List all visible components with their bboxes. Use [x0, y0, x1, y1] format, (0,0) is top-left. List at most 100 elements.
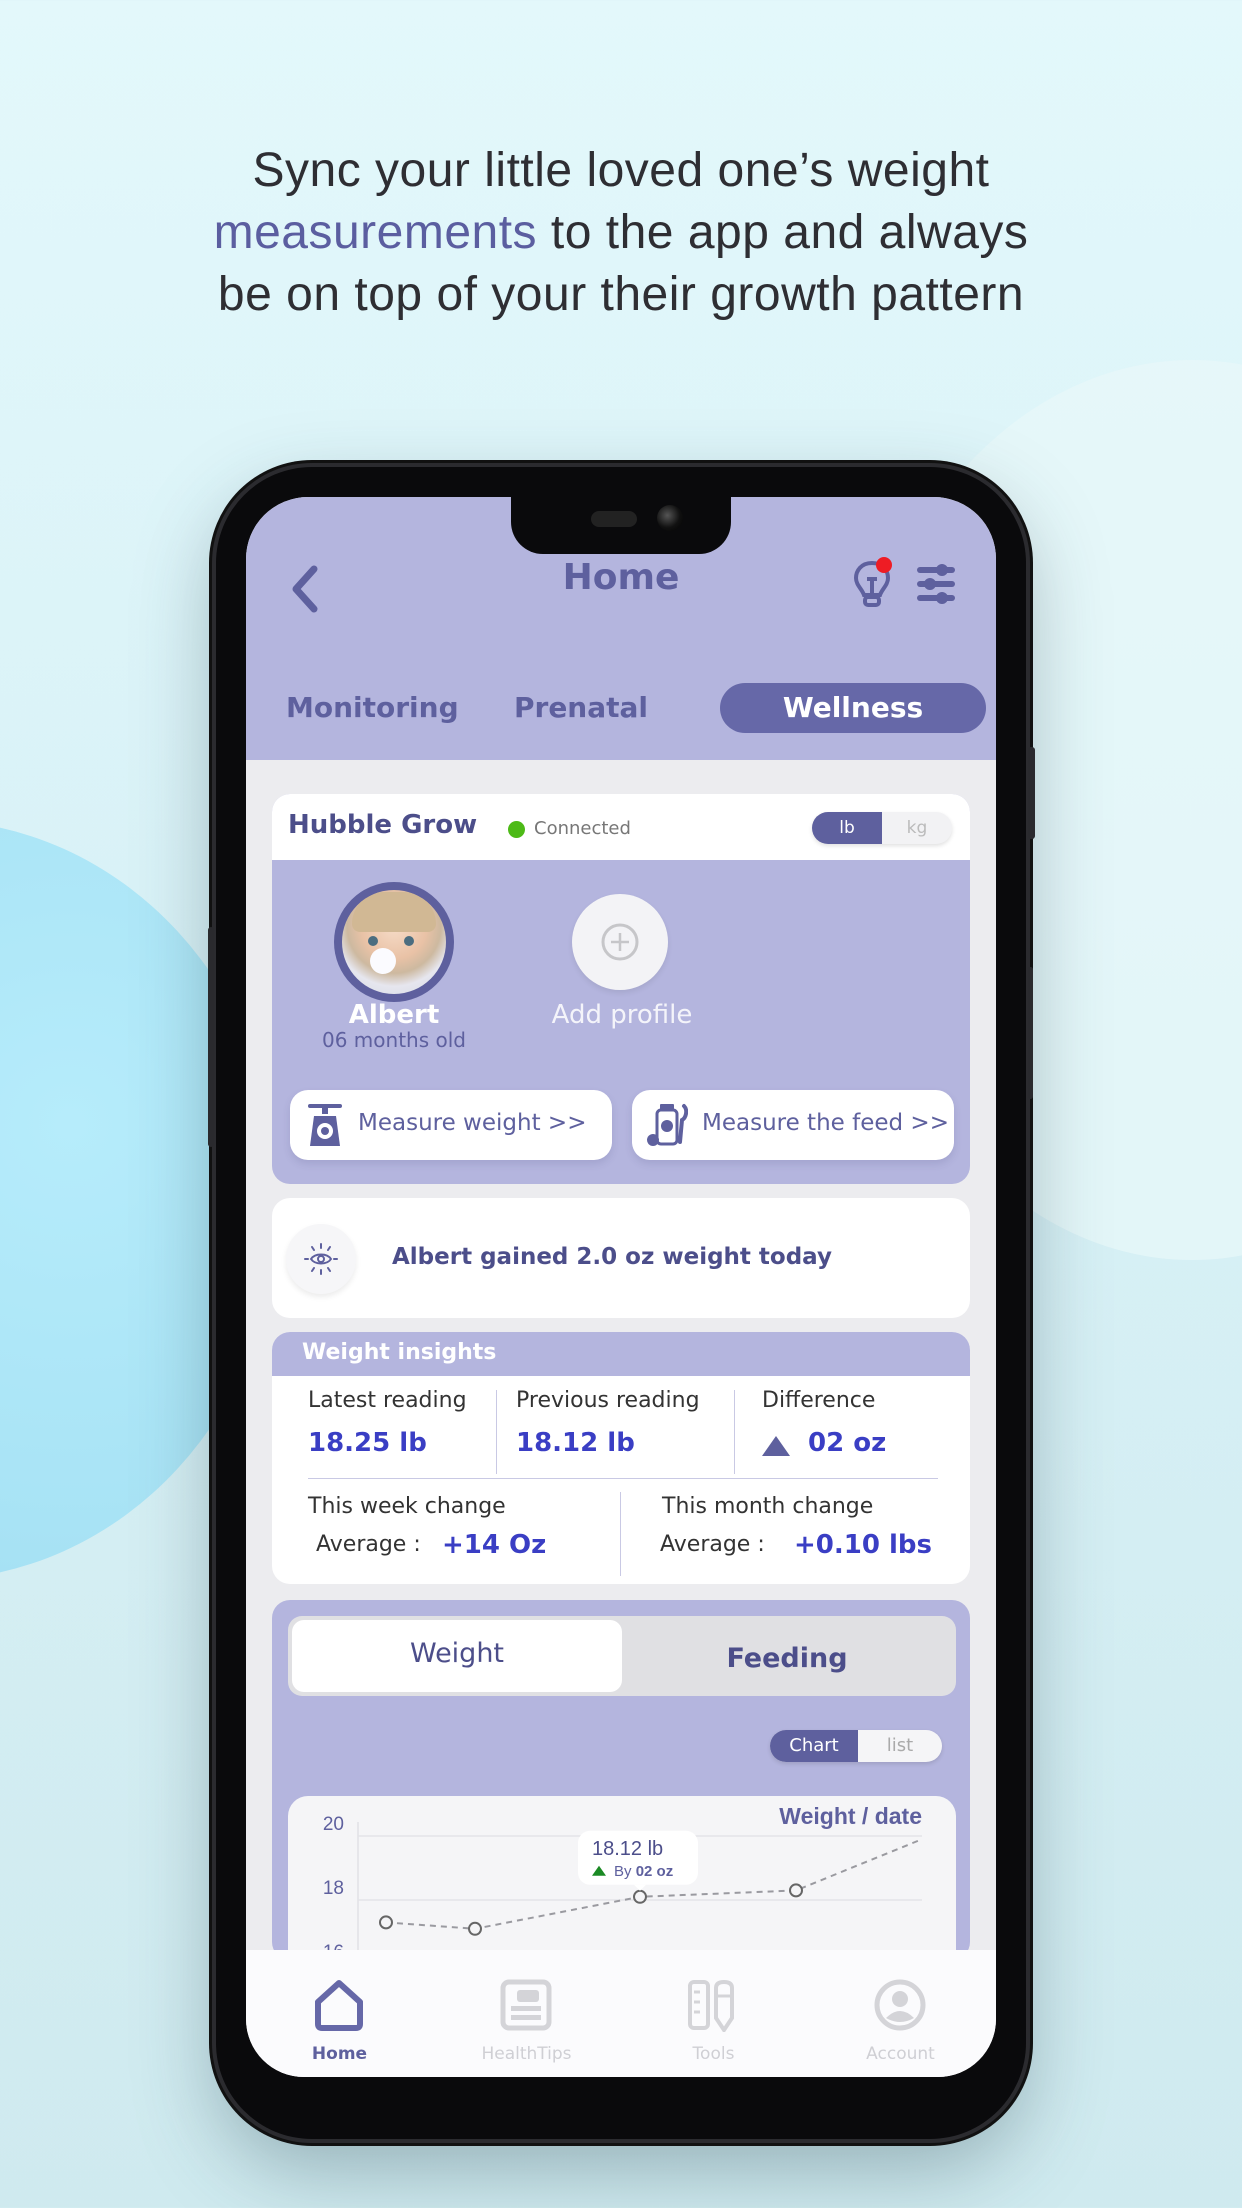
latest-reading-label: Latest reading — [308, 1388, 467, 1413]
nav-account[interactable]: Account — [807, 1950, 994, 2077]
add-profile-button[interactable] — [572, 894, 668, 990]
increase-arrow-icon — [762, 1436, 790, 1456]
measure-feed-label: Measure the feed >> — [702, 1110, 949, 1136]
photo-detail — [370, 948, 396, 974]
headline-line-1: Sync your little loved one’s weight — [252, 144, 990, 197]
insight-icon-badge — [286, 1224, 356, 1294]
photo-detail — [368, 936, 378, 946]
nav-healthtips[interactable]: HealthTips — [433, 1950, 620, 2077]
headline-line-3: be on top of your their growth pattern — [217, 268, 1025, 321]
view-option-list[interactable]: list — [858, 1730, 942, 1762]
device-card-header: Hubble Grow Connected lb kg — [272, 794, 970, 860]
sliders-icon[interactable] — [916, 562, 956, 606]
difference-label: Difference — [762, 1388, 876, 1413]
divider — [308, 1478, 938, 1479]
previous-reading-label: Previous reading — [516, 1388, 700, 1413]
y-tick-label: 18 — [323, 1878, 344, 1899]
phone-side-button — [1028, 967, 1033, 1099]
unit-option-lb[interactable]: lb — [812, 812, 882, 844]
divider — [734, 1390, 735, 1474]
divider — [496, 1390, 497, 1474]
profile-name: Albert — [348, 1000, 440, 1030]
profile-age: 06 months old — [322, 1028, 466, 1052]
main-content: Hubble Grow Connected lb kg Albert 06 mo… — [246, 760, 996, 1960]
weight-gain-notice: Albert gained 2.0 oz weight today — [272, 1198, 970, 1318]
data-point — [633, 1889, 647, 1904]
device-name: Hubble Grow — [288, 810, 478, 840]
data-point — [468, 1921, 482, 1936]
data-point — [789, 1883, 803, 1898]
photo-detail — [352, 892, 436, 932]
weight-chart-svg: Weight / date 201816 18.12 lbBy 02 oz — [323, 1803, 923, 1960]
photo-detail — [404, 936, 414, 946]
baby-photo — [342, 890, 446, 994]
bottom-navigation: Home HealthTips Tools Account — [246, 1950, 996, 2077]
home-icon — [315, 1980, 363, 2031]
month-average-value: +0.10 lbs — [794, 1530, 932, 1560]
weight-insights-card: Weight insights Latest reading 18.25 lb … — [272, 1332, 970, 1584]
measure-weight-label: Measure weight >> — [358, 1110, 587, 1136]
tab-wellness[interactable]: Wellness — [720, 683, 986, 733]
device-card: Hubble Grow Connected lb kg Albert 06 mo… — [272, 794, 970, 1184]
notification-dot — [876, 557, 892, 573]
app-screen: Home Monitoring Prenatal Wellness Hubble… — [246, 497, 996, 2077]
baby-food-icon — [647, 1104, 688, 1146]
view-toggle[interactable]: Chart list — [770, 1730, 942, 1762]
status-indicator-icon — [508, 821, 525, 838]
difference-value: 02 oz — [808, 1428, 887, 1458]
phone-side-button — [208, 927, 214, 1147]
previous-reading-value: 18.12 lb — [516, 1428, 635, 1458]
insights-title: Weight insights — [302, 1340, 497, 1365]
month-average-label: Average : — [660, 1532, 765, 1557]
tab-monitoring[interactable]: Monitoring — [286, 683, 459, 733]
speaker-grille — [591, 511, 637, 527]
add-profile-label[interactable]: Add profile — [512, 1000, 732, 1030]
headline-line-2: measurements to the app and always — [0, 202, 1242, 264]
avatar[interactable] — [334, 882, 454, 1002]
chart-title: Weight / date — [779, 1803, 922, 1829]
data-point — [379, 1915, 393, 1930]
measure-feed-button[interactable]: Measure the feed >> — [632, 1090, 954, 1160]
front-camera — [657, 505, 683, 531]
view-option-chart[interactable]: Chart — [770, 1730, 858, 1762]
month-change-label: This month change — [662, 1494, 874, 1519]
nav-home-label: Home — [311, 2044, 368, 2064]
unit-option-kg[interactable]: kg — [882, 812, 952, 844]
marketing-headline: Sync your little loved one’s weight meas… — [0, 140, 1242, 326]
tooltip-delta: By 02 oz — [614, 1863, 673, 1880]
divider — [620, 1492, 621, 1576]
segment-weight[interactable]: Weight — [292, 1620, 622, 1692]
tooltip-value: 18.12 lb — [592, 1838, 663, 1860]
unit-toggle[interactable]: lb kg — [812, 812, 952, 844]
headline-accent: measurements — [213, 206, 538, 259]
headline-line-2-rest: to the app and always — [537, 206, 1029, 259]
eye-icon — [304, 1243, 338, 1275]
nav-account-label: Account — [866, 2044, 935, 2064]
nav-tools-label: Tools — [692, 2044, 735, 2064]
phone-frame: Home Monitoring Prenatal Wellness Hubble… — [208, 467, 1035, 2139]
week-average-label: Average : — [316, 1532, 421, 1557]
nav-healthtips-label: HealthTips — [481, 2044, 572, 2064]
phone-notch — [511, 497, 731, 554]
nav-tools[interactable]: Tools — [620, 1950, 807, 2077]
nav-home[interactable]: Home — [246, 1950, 433, 2077]
week-change-label: This week change — [308, 1494, 506, 1519]
tools-icon — [688, 1979, 734, 2032]
segment-feeding[interactable]: Feeding — [622, 1620, 952, 1692]
week-average-value: +14 Oz — [442, 1530, 547, 1560]
tab-prenatal[interactable]: Prenatal — [506, 683, 656, 733]
plus-circle-icon — [601, 923, 639, 961]
tooltip-pointer — [634, 1884, 646, 1891]
account-icon — [874, 1979, 926, 2031]
weight-history-card: Weight Feeding Chart list Weight / date … — [272, 1600, 970, 1960]
history-segmented-control: Weight Feeding — [288, 1616, 956, 1696]
weight-chart: Weight / date 201816 18.12 lbBy 02 oz — [288, 1796, 956, 1960]
news-icon — [500, 1979, 552, 2031]
connection-status: Connected — [534, 818, 631, 839]
y-tick-label: 20 — [323, 1814, 344, 1835]
latest-reading-value: 18.25 lb — [308, 1428, 427, 1458]
measure-weight-button[interactable]: Measure weight >> — [290, 1090, 612, 1160]
main-tabs: Monitoring Prenatal Wellness — [246, 683, 996, 733]
gain-message: Albert gained 2.0 oz weight today — [392, 1244, 832, 1270]
tooltip-delta-value: 02 oz — [636, 1863, 674, 1880]
